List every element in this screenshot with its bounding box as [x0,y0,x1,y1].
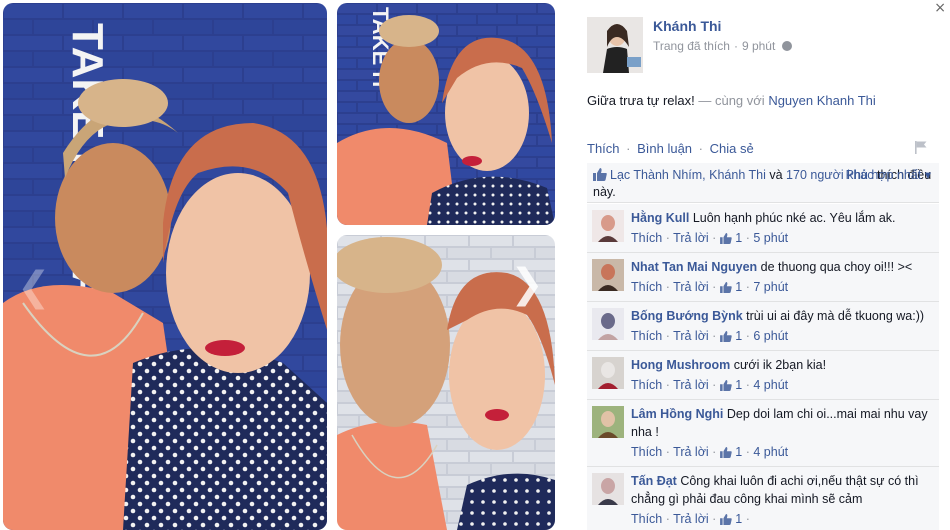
comment-like-button[interactable]: Thích [631,445,662,459]
comment-text: trùi ui ai đây mà dễ tkuong wa:)) [746,309,925,323]
comment-like-count[interactable]: 1 [735,445,742,459]
likers-names[interactable]: Lạc Thành Nhím, Khánh Thi [610,168,766,182]
comment-reply-button[interactable]: Trả lời [673,280,709,294]
thumbs-up-icon [719,380,732,391]
post-header: Khánh Thi Trang đã thích · 9 phút [587,17,793,73]
comment-time[interactable]: 6 phút [753,329,788,343]
comment-text: de thuong qua choy oi!!! >< [760,260,913,274]
comment-time[interactable]: 4 phút [753,378,788,392]
comment-time[interactable]: 4 phút [753,445,788,459]
thumbs-up-icon [719,233,732,244]
comment-item: Bống Bướng Bỳnk trùi ui ai đây mà dễ tku… [587,302,939,351]
comment-body: Nhat Tan Mai Nguyen de thuong qua choy o… [631,258,933,276]
comment-reply-button[interactable]: Trả lời [673,512,709,526]
comment-like-button[interactable]: Thích [631,231,662,245]
comment-reply-button[interactable]: Trả lời [673,231,709,245]
share-button[interactable]: Chia sẻ [710,141,754,156]
post-panel: × Khánh Thi Trang đã thích · 9 phút Giữa… [565,0,950,530]
comment-like-count[interactable]: 1 [735,512,742,526]
commenter-avatar[interactable] [592,357,624,389]
comment-like-button[interactable]: Thích [631,280,662,294]
commenter-avatar[interactable] [592,210,624,242]
comment-meta: Thích · Trả lời · 1 · 7 phút [631,280,789,294]
thumbs-up-icon [719,331,732,342]
author-subline: Trang đã thích · 9 phút [653,39,793,53]
comment-author[interactable]: Hằng Kull [631,211,689,225]
photo-main-image: TAKE IT AWAY [3,3,327,530]
comment-meta: Thích · Trả lời · 1 · 5 phút [631,231,789,245]
comment-item: Hằng Kull Luôn hạnh phúc nké ac. Yêu lắm… [587,204,939,253]
comment-author[interactable]: Bống Bướng Bỳnk [631,309,743,323]
commenter-avatar[interactable] [592,259,624,291]
caption-text: Giữa trưa tự relax! [587,93,695,108]
comment-body: Hằng Kull Luôn hạnh phúc nké ac. Yêu lắm… [631,209,933,227]
thumbs-up-icon [719,282,732,293]
comment-like-button[interactable]: Thích [631,329,662,343]
comment-like-count[interactable]: 1 [735,231,742,245]
comment-item: Lâm Hồng Nghi Dep doi lam chi oi...mai m… [587,400,939,467]
photo-top-right-image: TAKE IT [337,3,555,225]
photo-top-right[interactable]: TAKE IT [337,3,555,225]
thumbs-up-icon [719,514,732,525]
comment-reply-button[interactable]: Trả lời [673,445,709,459]
thumbs-up-icon [719,447,732,458]
comment-author[interactable]: Tấn Đạt [631,474,677,488]
comment-item: Hong Mushroom cưới ik 2bạn kia! Thích · … [587,351,939,400]
comment-text: Luôn hạnh phúc nké ac. Yêu lắm ak. [692,211,896,225]
comment-like-count[interactable]: 1 [735,378,742,392]
flag-icon[interactable] [915,141,927,154]
author-avatar[interactable] [587,17,643,73]
comment-like-button[interactable]: Thích [631,378,662,392]
post-time[interactable]: 9 phút [742,39,775,53]
author-meta: Khánh Thi Trang đã thích · 9 phút [653,17,793,73]
comment-meta: Thích · Trả lời · 1 · 4 phút [631,445,789,459]
comment-author[interactable]: Nhat Tan Mai Nguyen [631,260,757,274]
comment-button[interactable]: Bình luận [637,141,692,156]
commenter-avatar[interactable] [592,473,624,505]
comment-item: Nhat Tan Mai Nguyen de thuong qua choy o… [587,253,939,302]
likes-summary: Lạc Thành Nhím, Khánh Thi và 170 người k… [587,163,939,203]
comment-body: Bống Bướng Bỳnk trùi ui ai đây mà dễ tku… [631,307,933,325]
globe-icon[interactable] [782,41,793,51]
comment-reply-button[interactable]: Trả lời [673,329,709,343]
comment-time[interactable]: 7 phút [753,280,788,294]
comment-meta: Thích · Trả lời · 1 · 6 phút [631,329,789,343]
comment-reply-button[interactable]: Trả lời [673,378,709,392]
comment-author[interactable]: Hong Mushroom [631,358,730,372]
close-icon[interactable]: × [934,0,946,16]
comment-body: Tấn Đạt Công khai luôn đi achi ơi,nếu th… [631,472,933,508]
like-button[interactable]: Thích [587,141,620,156]
photo-viewer: TAKE IT AWAY ❮ [0,0,950,530]
comment-body: Lâm Hồng Nghi Dep doi lam chi oi...mai m… [631,405,933,441]
comment-meta: Thích · Trả lời · 1 · [631,512,750,526]
next-arrow-icon[interactable]: ❯ [510,262,544,306]
comment-like-count[interactable]: 1 [735,280,742,294]
thumbs-up-icon [593,168,607,181]
comment-like-button[interactable]: Thích [631,512,662,526]
tagged-user-link[interactable]: Nguyen Khanh Thi [768,93,875,108]
prev-arrow-icon[interactable]: ❮ [17,265,51,309]
photo-main[interactable]: TAKE IT AWAY ❮ [3,3,327,530]
comment-meta: Thích · Trả lời · 1 · 4 phút [631,378,789,392]
commenter-avatar[interactable] [592,406,624,438]
photo-gallery: TAKE IT AWAY ❮ [0,0,565,530]
comment-list: Hằng Kull Luôn hạnh phúc nké ac. Yêu lắm… [587,204,939,530]
commenter-avatar[interactable] [592,308,624,340]
comment-time[interactable]: 5 phút [753,231,788,245]
comment-like-count[interactable]: 1 [735,329,742,343]
comment-author[interactable]: Lâm Hồng Nghi [631,407,723,421]
sort-dropdown[interactable]: Phù hợp nhất ▾ [846,167,931,184]
caption-with: — cùng với [694,93,769,108]
page-liked-label: Trang đã thích [653,39,730,53]
comment-text: cưới ik 2bạn kia! [733,358,827,372]
post-caption: Giữa trưa tự relax! — cùng với Nguyen Kh… [587,93,876,108]
comment-body: Hong Mushroom cưới ik 2bạn kia! [631,356,933,374]
post-actions: Thích · Bình luận · Chia sẻ [587,141,754,156]
author-name[interactable]: Khánh Thi [653,18,792,34]
comment-item: Tấn Đạt Công khai luôn đi achi ơi,nếu th… [587,467,939,530]
